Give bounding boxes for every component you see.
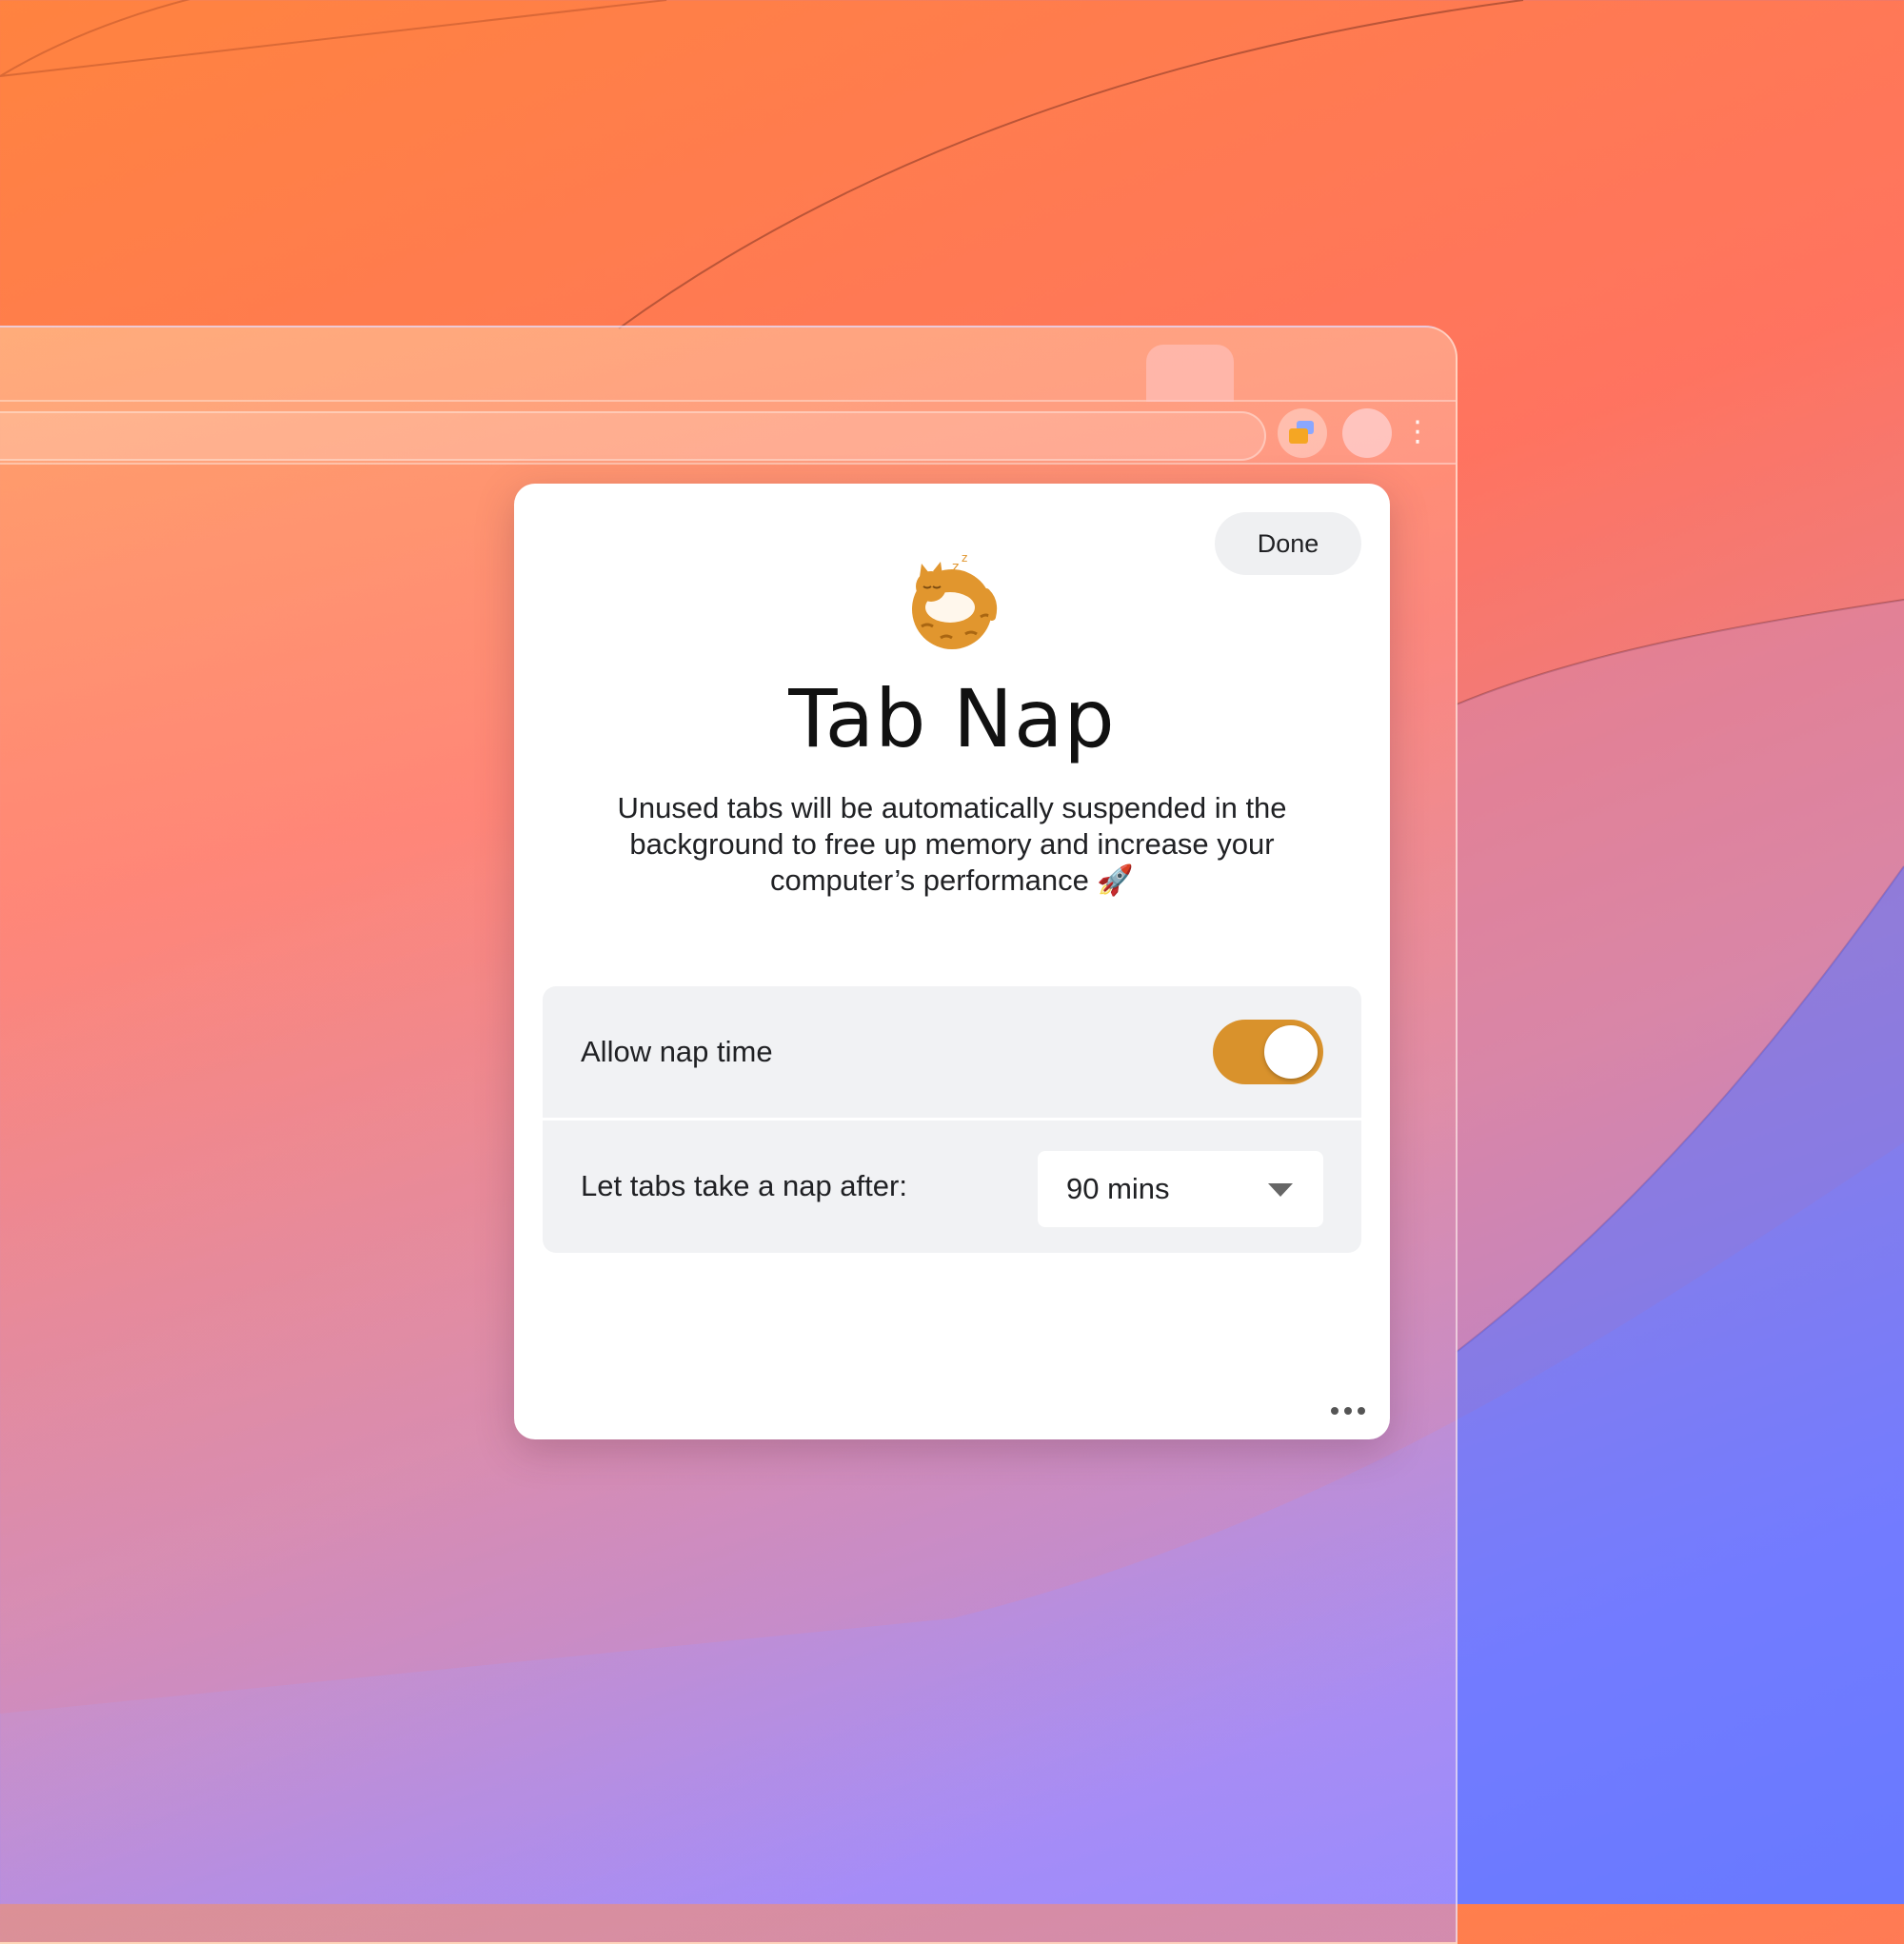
more-horizontal-icon[interactable] <box>1331 1403 1365 1418</box>
tab-strip <box>0 327 1456 402</box>
description-text: Unused tabs will be automatically suspen… <box>617 791 1287 897</box>
toggle-knob <box>1264 1025 1318 1079</box>
done-button[interactable]: Done <box>1215 512 1361 575</box>
tab-nap-extension-icon <box>1289 421 1314 444</box>
allow-nap-toggle[interactable] <box>1213 1020 1323 1084</box>
settings-panel: Allow nap time Let tabs take a nap after… <box>543 986 1361 1253</box>
nap-after-row: Let tabs take a nap after: 90 mins <box>543 1121 1361 1252</box>
tab-nap-extension-button[interactable] <box>1278 408 1327 458</box>
active-tab[interactable] <box>1146 345 1234 402</box>
chevron-down-icon <box>1268 1183 1293 1197</box>
nap-after-select[interactable]: 90 mins <box>1038 1151 1323 1227</box>
nap-after-value: 90 mins <box>1066 1172 1170 1205</box>
address-bar[interactable] <box>0 411 1266 461</box>
allow-nap-row: Allow nap time <box>543 986 1361 1121</box>
kebab-menu-icon[interactable]: ⋮ <box>1403 413 1432 451</box>
extension-popup: Done z z Tab Nap Unused tabs will be aut… <box>514 484 1390 1439</box>
page-title: Tab Nap <box>788 672 1116 765</box>
browser-toolbar: ⋮ <box>0 402 1456 465</box>
nap-after-label: Let tabs take a nap after: <box>581 1169 907 1202</box>
avatar[interactable] <box>1342 408 1392 458</box>
allow-nap-label: Allow nap time <box>581 1035 773 1068</box>
sleeping-cat-icon: z z <box>912 551 998 649</box>
svg-text:z: z <box>952 560 959 575</box>
svg-text:z: z <box>962 551 967 565</box>
